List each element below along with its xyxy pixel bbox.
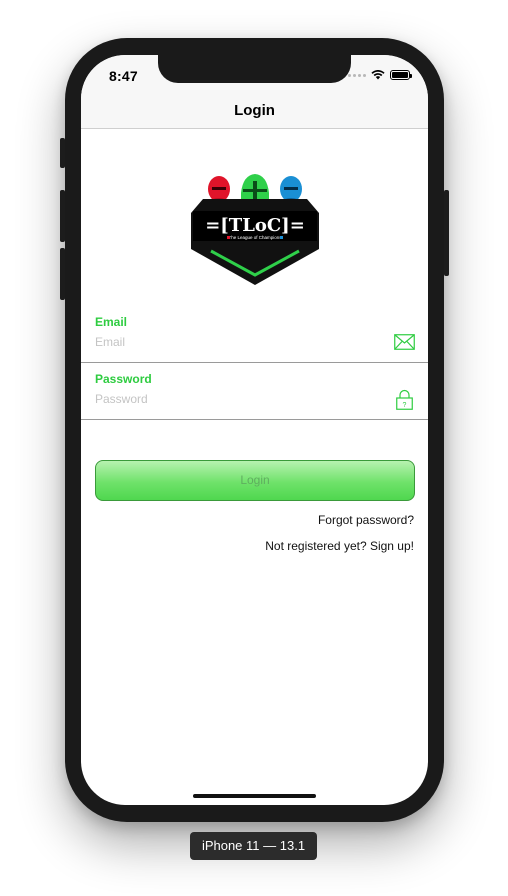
status-indicators	[348, 70, 412, 80]
app-screen: Login 8:47 =[TLoC]= The League of Champi…	[81, 55, 428, 805]
volume-up-button	[60, 190, 65, 242]
email-field-group: Email	[81, 305, 428, 363]
battery-icon	[390, 70, 412, 80]
device-label: iPhone 11 — 13.1	[190, 832, 317, 860]
power-button	[444, 190, 449, 276]
notch	[158, 55, 351, 83]
volume-down-button	[60, 248, 65, 300]
envelope-icon	[394, 334, 415, 350]
logo-tagline: The League of Champions	[228, 235, 282, 240]
home-indicator	[193, 794, 316, 798]
password-field-group: Password ?	[81, 362, 428, 420]
password-label: Password	[95, 372, 152, 386]
email-field[interactable]	[95, 333, 375, 351]
password-field[interactable]	[95, 390, 375, 408]
email-label: Email	[95, 315, 128, 329]
login-button[interactable]: Login	[95, 460, 415, 501]
tloc-logo: =[TLoC]= The League of Champions	[191, 174, 319, 285]
page-title: Login	[234, 102, 275, 119]
status-time: 8:47	[109, 68, 138, 84]
forgot-password-link[interactable]: Forgot password?	[318, 513, 414, 527]
mute-switch	[60, 138, 65, 168]
logo-text: =[TLoC]=	[205, 215, 305, 236]
wifi-icon	[371, 70, 385, 80]
padlock-icon: ?	[396, 389, 413, 410]
svg-text:?: ?	[403, 402, 407, 409]
cellular-signal-icon	[348, 73, 366, 77]
sign-up-link[interactable]: Not registered yet? Sign up!	[265, 539, 414, 553]
